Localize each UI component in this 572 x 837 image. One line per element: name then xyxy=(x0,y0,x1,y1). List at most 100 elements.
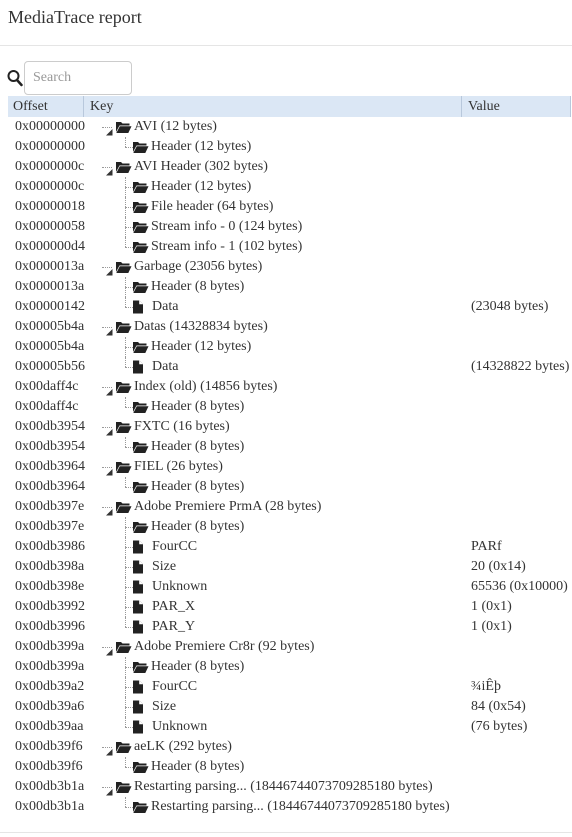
table-row[interactable]: 0x00db3b1a Restarting parsing... (1844674… xyxy=(8,797,571,817)
row-key[interactable]: FourCC xyxy=(132,677,197,697)
table-row[interactable]: 0x00daff4c Index (old) (14856 bytes) xyxy=(8,377,571,397)
search-input[interactable] xyxy=(24,61,132,95)
expand-triangle-icon[interactable] xyxy=(105,783,113,796)
expand-triangle-icon[interactable] xyxy=(105,463,113,476)
table-row[interactable]: 0x00000000 Header (12 bytes) xyxy=(8,137,571,157)
table-row[interactable]: 0x00db39aa Unknown (76 bytes) xyxy=(8,717,571,737)
row-key[interactable]: Header (12 bytes) xyxy=(132,137,251,157)
expand-triangle-icon[interactable] xyxy=(105,383,113,396)
row-key[interactable]: Restarting parsing... (18446744073709285… xyxy=(105,777,433,797)
row-key[interactable]: Restarting parsing... (18446744073709285… xyxy=(132,797,450,817)
column-header-key[interactable]: Key xyxy=(85,96,462,117)
row-key[interactable]: FXTC (16 bytes) xyxy=(105,417,230,437)
row-key[interactable]: Garbage (23056 bytes) xyxy=(105,257,262,277)
row-key[interactable]: Adobe Premiere Cr8r (92 bytes) xyxy=(105,637,314,657)
row-key[interactable]: AVI Header (302 bytes) xyxy=(105,157,268,177)
expand-triangle-icon[interactable] xyxy=(105,743,113,756)
row-offset: 0x0000000c xyxy=(15,179,85,194)
row-key-label: Datas (14328834 bytes) xyxy=(134,319,268,334)
expand-triangle-icon[interactable] xyxy=(105,263,113,276)
table-row[interactable]: 0x00db397e Adobe Premiere PrmA (28 bytes) xyxy=(8,497,571,517)
row-key[interactable]: Header (12 bytes) xyxy=(132,337,251,357)
row-key[interactable]: File header (64 bytes) xyxy=(132,197,273,217)
table-row[interactable]: 0x0000013a Header (8 bytes) xyxy=(8,277,571,297)
row-key[interactable]: Adobe Premiere PrmA (28 bytes) xyxy=(105,497,321,517)
row-key[interactable]: AVI (12 bytes) xyxy=(105,117,217,137)
row-key[interactable]: aeLK (292 bytes) xyxy=(105,737,232,757)
row-key[interactable]: Size xyxy=(132,557,176,577)
table-row[interactable]: 0x0000000c AVI Header (302 bytes) xyxy=(8,157,571,177)
table-row[interactable]: 0x00005b56 Data (14328822 bytes) xyxy=(8,357,571,377)
row-key[interactable]: Header (8 bytes) xyxy=(132,277,244,297)
expand-triangle-icon[interactable] xyxy=(105,123,113,136)
search-icon[interactable] xyxy=(7,69,23,87)
table-row[interactable]: 0x00db399a Header (8 bytes) xyxy=(8,657,571,677)
row-key[interactable]: FIEL (26 bytes) xyxy=(105,457,223,477)
row-key-label: Header (8 bytes) xyxy=(151,439,245,454)
table-row[interactable]: 0x00db3986 FourCC PARf xyxy=(8,537,571,557)
table-row[interactable]: 0x00db3992 PAR_X 1 (0x1) xyxy=(8,597,571,617)
expand-triangle-icon[interactable] xyxy=(105,423,113,436)
row-key[interactable]: Header (8 bytes) xyxy=(132,517,244,537)
row-key[interactable]: Unknown xyxy=(132,717,207,737)
grid-rows: 0x00000000 AVI (12 bytes) 0x00000000 Header… xyxy=(8,117,571,817)
tree-connector xyxy=(125,297,126,307)
row-key[interactable]: Header (8 bytes) xyxy=(132,477,244,497)
column-header-value[interactable]: Value xyxy=(463,96,571,117)
row-key[interactable]: Header (12 bytes) xyxy=(132,177,251,197)
row-offset: 0x00db3986 xyxy=(15,539,85,554)
table-row[interactable]: 0x00db39a6 Size 84 (0x54) xyxy=(8,697,571,717)
table-row[interactable]: 0x00000142 Data (23048 bytes) xyxy=(8,297,571,317)
row-key[interactable]: Datas (14328834 bytes) xyxy=(105,317,268,337)
table-row[interactable]: 0x00db3996 PAR_Y 1 (0x1) xyxy=(8,617,571,637)
table-row[interactable]: 0x00db398e Unknown 65536 (0x10000) xyxy=(8,577,571,597)
row-key[interactable]: Header (8 bytes) xyxy=(132,437,244,457)
expand-triangle-icon[interactable] xyxy=(105,323,113,336)
table-row[interactable]: 0x00db39f6 aeLK (292 bytes) xyxy=(8,737,571,757)
table-row[interactable]: 0x00db3954 FXTC (16 bytes) xyxy=(8,417,571,437)
row-key[interactable]: PAR_Y xyxy=(132,617,195,637)
table-row[interactable]: 0x00db39f6 Header (8 bytes) xyxy=(8,757,571,777)
table-row[interactable]: 0x00db398a Size 20 (0x14) xyxy=(8,557,571,577)
table-row[interactable]: 0x00db39a2 FourCC ¾iÊþ xyxy=(8,677,571,697)
expand-triangle-icon[interactable] xyxy=(105,643,113,656)
row-key-label: Unknown xyxy=(152,579,208,594)
row-key[interactable]: PAR_X xyxy=(132,597,195,617)
table-row[interactable]: 0x0000013a Garbage (23056 bytes) xyxy=(8,257,571,277)
search-bar xyxy=(7,61,132,95)
table-row[interactable]: 0x00daff4c Header (8 bytes) xyxy=(8,397,571,417)
table-row[interactable]: 0x00db3954 Header (8 bytes) xyxy=(8,437,571,457)
table-row[interactable]: 0x00db399a Adobe Premiere Cr8r (92 bytes) xyxy=(8,637,571,657)
row-key[interactable]: Stream info - 1 (102 bytes) xyxy=(132,237,302,257)
row-key[interactable]: Stream info - 0 (124 bytes) xyxy=(132,217,302,237)
table-row[interactable]: 0x00000058 Stream info - 0 (124 bytes) xyxy=(8,217,571,237)
table-row[interactable]: 0x0000000c Header (12 bytes) xyxy=(8,177,571,197)
table-row[interactable]: 0x00005b4a Datas (14328834 bytes) xyxy=(8,317,571,337)
table-row[interactable]: 0x00000000 AVI (12 bytes) xyxy=(8,117,571,137)
row-key-label: Header (12 bytes) xyxy=(151,179,252,194)
row-key[interactable]: Size xyxy=(132,697,176,717)
folder-open-icon xyxy=(132,400,149,414)
expand-triangle-icon[interactable] xyxy=(105,163,113,176)
table-row[interactable]: 0x00db3b1a Restarting parsing... (1844674… xyxy=(8,777,571,797)
row-key[interactable]: Data xyxy=(132,297,178,317)
column-header-offset[interactable]: Offset xyxy=(8,96,84,117)
row-offset: 0x00db399a xyxy=(15,659,85,674)
row-key-label: FXTC (16 bytes) xyxy=(134,419,230,434)
row-key[interactable]: Data xyxy=(132,357,178,377)
row-key[interactable]: Header (8 bytes) xyxy=(132,657,244,677)
row-key-label: aeLK (292 bytes) xyxy=(134,739,232,754)
expand-triangle-icon[interactable] xyxy=(105,503,113,516)
row-key[interactable]: Header (8 bytes) xyxy=(132,757,244,777)
row-key[interactable]: FourCC xyxy=(132,537,197,557)
table-row[interactable]: 0x000000d4 Stream info - 1 (102 bytes) xyxy=(8,237,571,257)
row-key-label: Restarting parsing... (18446744073709285… xyxy=(151,799,450,814)
table-row[interactable]: 0x00db3964 Header (8 bytes) xyxy=(8,477,571,497)
table-row[interactable]: 0x00db3964 FIEL (26 bytes) xyxy=(8,457,571,477)
row-key[interactable]: Index (old) (14856 bytes) xyxy=(105,377,277,397)
table-row[interactable]: 0x00000018 File header (64 bytes) xyxy=(8,197,571,217)
row-key[interactable]: Header (8 bytes) xyxy=(132,397,244,417)
table-row[interactable]: 0x00005b4a Header (12 bytes) xyxy=(8,337,571,357)
table-row[interactable]: 0x00db397e Header (8 bytes) xyxy=(8,517,571,537)
row-key[interactable]: Unknown xyxy=(132,577,207,597)
